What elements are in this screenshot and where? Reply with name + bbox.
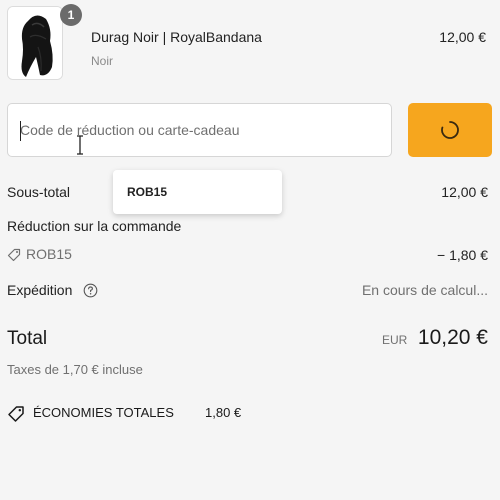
subtotal-value: 12,00 € [441, 184, 488, 200]
apply-discount-button[interactable] [408, 103, 492, 157]
savings-tag-icon [8, 406, 24, 422]
tax-note: Taxes de 1,70 € incluse [7, 362, 143, 377]
discount-code-input[interactable] [8, 104, 391, 156]
discount-code-text: ROB15 [26, 246, 72, 262]
total-label: Total [7, 328, 48, 349]
savings-label: ÉCONOMIES TOTALES [33, 405, 174, 420]
loading-spinner-icon [441, 121, 459, 139]
suggestion-label: ROB15 [127, 185, 168, 199]
product-name: Durag Noir | RoyalBandana [91, 29, 262, 45]
tag-icon [7, 248, 21, 262]
help-circle-icon[interactable] [83, 283, 98, 298]
order-discount-label: Réduction sur la commande [7, 218, 182, 234]
savings-value: 1,80 € [205, 405, 242, 420]
product-price: 12,00 € [439, 29, 486, 45]
shipping-value: En cours de calcul... [361, 282, 488, 298]
discount-amount: − 1,80 € [437, 247, 488, 263]
cart-line-item: 1 Durag Noir | RoyalBandana Noir 12,00 € [7, 4, 493, 80]
total-value: 10,20 € [417, 326, 488, 349]
ibeam-cursor-icon [77, 135, 83, 155]
currency-code: EUR [382, 333, 408, 347]
autocomplete-suggestion[interactable]: ROB15 [113, 170, 282, 214]
subtotal-label: Sous-total [7, 184, 71, 200]
quantity-badge: 1 [60, 4, 82, 26]
text-caret [20, 121, 21, 141]
product-variant: Noir [91, 54, 114, 68]
shipping-label: Expédition [7, 282, 73, 298]
discount-code-field[interactable] [7, 103, 392, 157]
product-thumbnail [7, 6, 63, 80]
